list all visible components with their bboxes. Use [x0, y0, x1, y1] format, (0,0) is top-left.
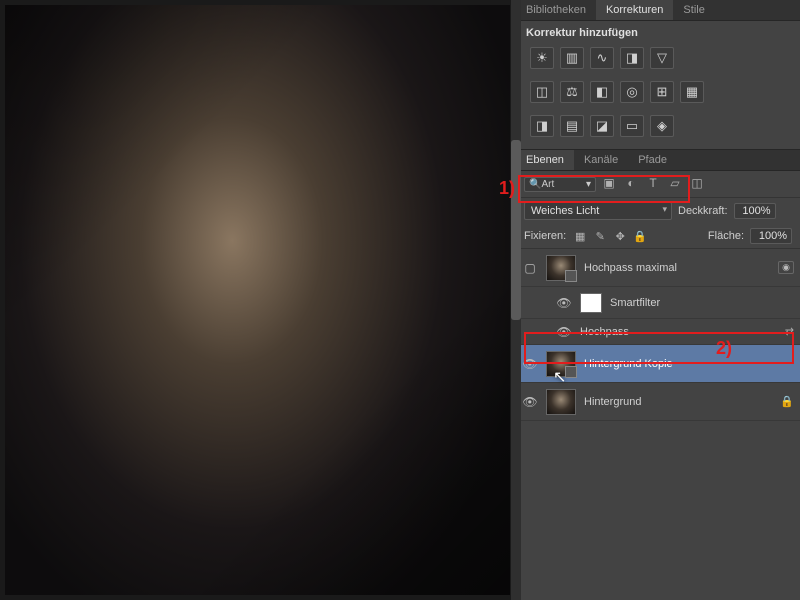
layer-thumb [546, 351, 576, 377]
tab-stile[interactable]: Stile [673, 0, 714, 20]
lock-icons: ▦ ✎ ✥ 🔒 [572, 229, 648, 243]
lock-label: Fixieren: [524, 230, 566, 242]
layers-panel-tabs: Ebenen Kanäle Pfade [516, 149, 800, 171]
gradient-map-icon[interactable]: ▭ [620, 115, 644, 137]
balance-icon[interactable]: ⚖ [560, 81, 584, 103]
fx-badge-icon[interactable]: ◉ [778, 261, 794, 274]
opacity-label: Deckkraft: [678, 205, 728, 217]
layer-name: Hochpass [580, 326, 777, 338]
lock-icon: 🔒 [780, 395, 794, 408]
layer-smartfilter[interactable]: 👁 Smartfilter [516, 287, 800, 319]
adjustments-grid-3: ◨ ▤ ◪ ▭ ◈ [516, 111, 800, 145]
lock-position-icon[interactable]: ✥ [612, 229, 628, 243]
vibrance-icon[interactable]: ▽ [650, 47, 674, 69]
tab-korrekturen[interactable]: Korrekturen [596, 0, 673, 20]
bw-icon[interactable]: ◧ [590, 81, 614, 103]
adjustments-grid-2: ◫ ⚖ ◧ ◎ ⊞ ▦ [516, 77, 800, 111]
chevron-down-icon: ▾ [586, 179, 591, 190]
threshold-icon[interactable]: ◪ [590, 115, 614, 137]
filter-adjust-icon[interactable]: ◐ [622, 176, 640, 192]
layer-thumb [546, 389, 576, 415]
blend-row: Weiches Licht Deckkraft: 100% [516, 198, 800, 224]
visibility-toggle[interactable]: 👁 [556, 325, 572, 339]
scrollbar-thumb[interactable] [511, 140, 521, 320]
hue-icon[interactable]: ◫ [530, 81, 554, 103]
brightness-icon[interactable]: ☀ [530, 47, 554, 69]
layer-hochpass-maximal[interactable]: ▢ Hochpass maximal ◉ [516, 249, 800, 287]
lock-all-icon[interactable]: 🔒 [632, 229, 648, 243]
invert-icon[interactable]: ◨ [530, 115, 554, 137]
layer-thumb [546, 255, 576, 281]
lock-pixels-icon[interactable]: ▦ [572, 229, 588, 243]
canvas-scrollbar[interactable] [511, 0, 521, 600]
filter-shape-icon[interactable]: ▱ [666, 176, 684, 192]
visibility-toggle[interactable]: 👁 [522, 395, 538, 409]
layer-name: Smartfilter [610, 297, 794, 309]
opacity-value[interactable]: 100% [734, 203, 776, 219]
lock-row: Fixieren: ▦ ✎ ✥ 🔒 Fläche: 100% [516, 224, 800, 249]
filter-type-label: Art [541, 179, 554, 190]
layer-hochpass-filter[interactable]: 👁 Hochpass ⇄ [516, 319, 800, 345]
exposure-icon[interactable]: ◨ [620, 47, 644, 69]
visibility-toggle[interactable]: 👁 [522, 357, 538, 371]
filter-settings-icon[interactable]: ⇄ [785, 325, 794, 338]
top-panel-tabs: Bibliotheken Korrekturen Stile [516, 0, 800, 21]
filter-smart-icon[interactable]: ◫ [688, 176, 706, 192]
filter-type-icon[interactable]: T [644, 176, 662, 192]
channel-mixer-icon[interactable]: ⊞ [650, 81, 674, 103]
fill-label: Fläche: [708, 230, 744, 242]
levels-icon[interactable]: ▥ [560, 47, 584, 69]
adjustments-grid: ☀ ▥ ∿ ◨ ▽ [516, 43, 800, 77]
filter-pixel-icon[interactable]: ▣ [600, 176, 618, 192]
lock-brush-icon[interactable]: ✎ [592, 229, 608, 243]
layer-hintergrund-kopie[interactable]: 👁 Hintergrund Kopie [516, 345, 800, 383]
right-panels: Bibliotheken Korrekturen Stile Korrektur… [515, 0, 800, 600]
tab-ebenen[interactable]: Ebenen [516, 150, 574, 170]
layer-hintergrund[interactable]: 👁 Hintergrund 🔒 [516, 383, 800, 421]
visibility-toggle[interactable]: ▢ [522, 261, 538, 275]
tab-bibliotheken[interactable]: Bibliotheken [516, 0, 596, 20]
layers-list: ▢ Hochpass maximal ◉ 👁 Smartfilter 👁 Hoc… [516, 249, 800, 600]
blend-mode-dropdown[interactable]: Weiches Licht [524, 202, 672, 220]
adjustments-title: Korrektur hinzufügen [516, 21, 800, 43]
annotation-label-2: 2) [716, 338, 732, 359]
search-icon: 🔍 [529, 179, 541, 190]
layer-filter-bar: 🔍 Art ▾ ▣ ◐ T ▱ ◫ [516, 171, 800, 198]
visibility-toggle[interactable]: 👁 [556, 296, 572, 310]
photo-filter-icon[interactable]: ◎ [620, 81, 644, 103]
layer-thumb [580, 293, 602, 313]
tab-pfade[interactable]: Pfade [628, 150, 677, 170]
tab-kanaele[interactable]: Kanäle [574, 150, 628, 170]
selective-color-icon[interactable]: ◈ [650, 115, 674, 137]
layer-name: Hochpass maximal [584, 262, 770, 274]
layer-name: Hintergrund Kopie [584, 358, 794, 370]
layer-name: Hintergrund [584, 396, 772, 408]
lookup-icon[interactable]: ▦ [680, 81, 704, 103]
fill-value[interactable]: 100% [750, 228, 792, 244]
curves-icon[interactable]: ∿ [590, 47, 614, 69]
annotation-label-1: 1) [499, 178, 515, 199]
document-canvas[interactable] [5, 5, 510, 595]
posterize-icon[interactable]: ▤ [560, 115, 584, 137]
layer-filter-type[interactable]: 🔍 Art ▾ [524, 177, 596, 192]
